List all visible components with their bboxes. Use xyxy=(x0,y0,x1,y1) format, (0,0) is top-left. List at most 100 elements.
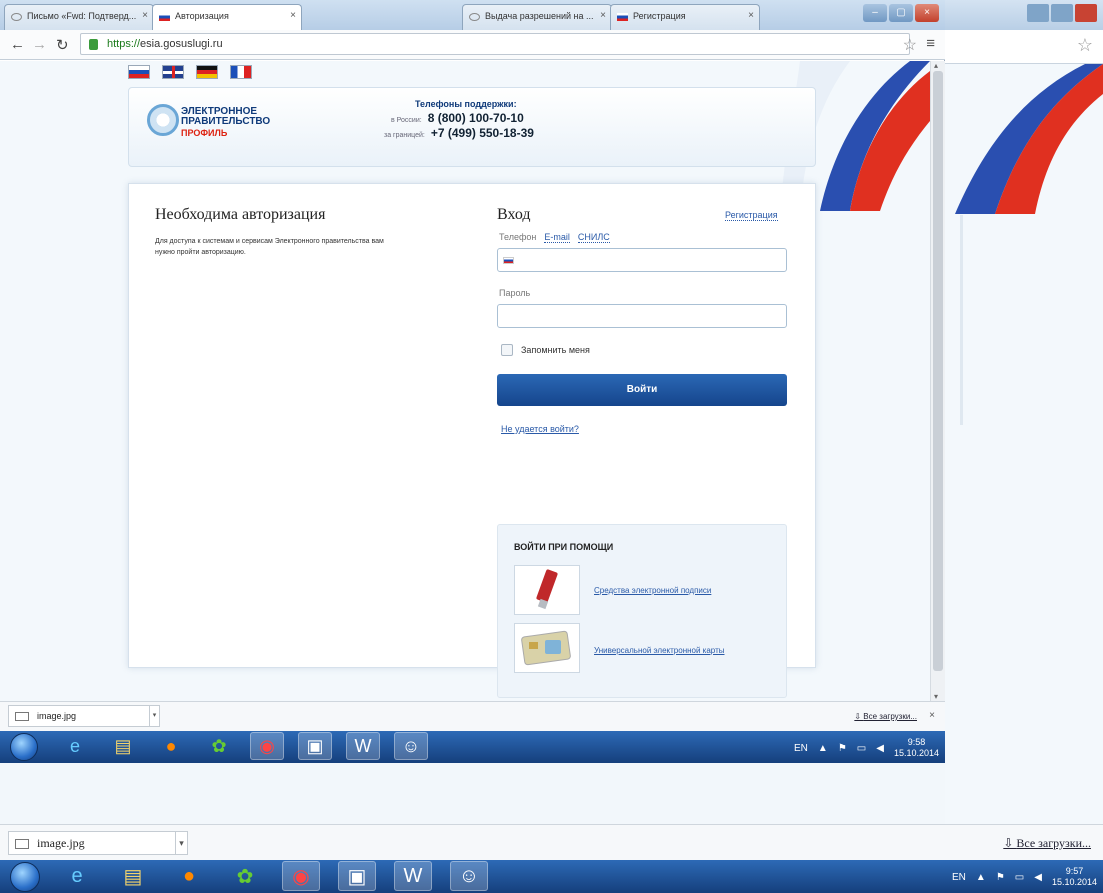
ru-flag-icon xyxy=(503,257,514,264)
close-icon[interactable]: × xyxy=(748,10,754,21)
close-icon[interactable]: × xyxy=(600,10,606,21)
tray-arrow-icon[interactable]: ▲ xyxy=(818,743,828,754)
tab-registration[interactable]: Регистрация × xyxy=(610,4,760,30)
alt-login-title: ВОЙТИ ПРИ ПОМОЩИ xyxy=(514,542,614,552)
background-system-tray: EN ▲ ⚑ ▭ ◀ 9:57 15.10.2014 xyxy=(952,866,1097,888)
forward-arrow-icon[interactable]: → xyxy=(32,36,47,53)
remember-checkbox[interactable] xyxy=(501,344,513,356)
alt-login-box: ВОЙТИ ПРИ ПОМОЩИ Средства электронной по… xyxy=(497,524,787,698)
chrome-icon[interactable]: ◉ xyxy=(282,861,320,891)
logo-subtitle: ПРОФИЛЬ xyxy=(181,128,228,138)
background-all-downloads-link[interactable]: ⇩ Все загрузки... xyxy=(1003,836,1091,851)
downloads-bar: image.jpg ▾ ⇩ Все загрузки... × xyxy=(0,701,945,731)
icq-icon[interactable]: ✿ xyxy=(226,861,264,891)
save-disk-icon[interactable]: ▣ xyxy=(338,861,376,891)
tab-authorization[interactable]: Авторизация × xyxy=(152,4,302,30)
password-input[interactable] xyxy=(497,304,787,328)
reload-icon[interactable]: ↻ xyxy=(56,36,69,54)
card-link[interactable]: Универсальной электронной карты xyxy=(594,646,724,655)
tab-phone[interactable]: Телефон xyxy=(499,232,536,243)
ie-icon[interactable]: e xyxy=(58,732,92,760)
menu-icon[interactable]: ≡ xyxy=(926,35,935,52)
close-icon[interactable]: × xyxy=(929,710,935,721)
explorer-icon[interactable]: ▤ xyxy=(114,861,152,891)
background-download-item[interactable]: image.jpg ▾ xyxy=(8,831,188,855)
word-icon[interactable]: W xyxy=(346,732,380,760)
remember-label: Запомнить меня xyxy=(521,345,590,355)
file-icon xyxy=(15,712,29,721)
background-downloads-bar: image.jpg ▾ ⇩ Все загрузки... xyxy=(0,824,1103,860)
background-download-filename: image.jpg xyxy=(37,836,85,850)
star-icon[interactable]: ☆ xyxy=(903,35,917,55)
language-indicator[interactable]: EN xyxy=(952,872,966,883)
minimize-button[interactable]: – xyxy=(863,4,887,22)
star-icon[interactable]: ☆ xyxy=(1077,35,1093,56)
uk-flag-icon[interactable] xyxy=(162,65,184,79)
site-header: ЭЛЕКТРОННОЕ ПРАВИТЕЛЬСТВО ПРОФИЛЬ Телефо… xyxy=(128,87,816,167)
page-icon xyxy=(469,13,480,21)
de-flag-icon[interactable] xyxy=(196,65,218,79)
smart-card-icon[interactable] xyxy=(514,623,580,673)
esign-link[interactable]: Средства электронной подписи xyxy=(594,586,711,595)
close-window-button[interactable]: × xyxy=(915,4,939,22)
url-scheme: https:// xyxy=(107,38,141,50)
download-item[interactable]: image.jpg ▾ xyxy=(8,705,160,727)
tab-permissions[interactable]: Выдача разрешений на ... × xyxy=(462,4,612,30)
password-label: Пароль xyxy=(499,288,531,298)
ie-icon[interactable]: e xyxy=(58,861,96,891)
ru-flag-icon[interactable] xyxy=(128,65,150,79)
maximize-button[interactable]: ▢ xyxy=(889,4,913,22)
back-arrow-icon[interactable]: ← xyxy=(10,36,25,53)
language-indicator[interactable]: EN xyxy=(794,743,808,754)
chevron-down-icon[interactable]: ▾ xyxy=(175,832,187,854)
download-filename: image.jpg xyxy=(37,711,77,721)
media-player-icon[interactable]: ● xyxy=(154,732,188,760)
background-clock[interactable]: 9:57 15.10.2014 xyxy=(1052,866,1097,888)
network-icon[interactable]: ▭ xyxy=(857,743,866,754)
address-bar[interactable]: https://esia.gosuslugi.ru xyxy=(80,33,910,55)
word-icon[interactable]: W xyxy=(394,861,432,891)
volume-icon[interactable]: ◀ xyxy=(876,743,884,754)
icq-icon[interactable]: ✿ xyxy=(202,732,236,760)
flag-tray-icon[interactable]: ⚑ xyxy=(996,872,1005,883)
close-icon[interactable]: × xyxy=(142,10,148,21)
government-logo-icon[interactable] xyxy=(147,104,179,136)
logo-title[interactable]: ЭЛЕКТРОННОЕ ПРАВИТЕЛЬСТВО xyxy=(181,107,270,127)
clock[interactable]: 9:58 15.10.2014 xyxy=(894,737,939,759)
fr-flag-icon[interactable] xyxy=(230,65,252,79)
taskbar-icons: e ▤ ● ✿ ◉ ▣ W ☺ xyxy=(58,732,428,760)
ru-flag-icon xyxy=(617,13,628,21)
scroll-thumb[interactable] xyxy=(933,71,943,671)
esign-token-icon[interactable] xyxy=(514,565,580,615)
chrome-icon[interactable]: ◉ xyxy=(250,732,284,760)
volume-icon[interactable]: ◀ xyxy=(1034,872,1042,883)
user-app-icon[interactable]: ☺ xyxy=(450,861,488,891)
tab-email[interactable]: E-mail xyxy=(544,232,570,243)
start-button[interactable] xyxy=(10,733,38,761)
network-icon[interactable]: ▭ xyxy=(1015,872,1024,883)
start-button[interactable] xyxy=(10,862,40,892)
close-icon[interactable]: × xyxy=(290,10,296,21)
register-link[interactable]: Регистрация xyxy=(725,210,778,221)
card-icon xyxy=(521,630,571,666)
login-button[interactable]: Войти xyxy=(497,374,787,406)
cant-login-link[interactable]: Не удается войти? xyxy=(501,424,579,434)
background-window-controls[interactable] xyxy=(1027,4,1097,22)
scroll-down-icon[interactable]: ▾ xyxy=(934,692,938,701)
chevron-down-icon[interactable]: ▾ xyxy=(149,706,159,726)
phone-input[interactable] xyxy=(497,248,787,272)
tab-snils[interactable]: СНИЛС xyxy=(577,232,610,243)
tab-mail[interactable]: Письмо «Fwd: Подтверд... × xyxy=(4,4,154,30)
flag-tray-icon[interactable]: ⚑ xyxy=(838,743,847,754)
all-downloads-link[interactable]: ⇩ Все загрузки... xyxy=(854,712,917,721)
vertical-scrollbar[interactable]: ▴ ▾ xyxy=(930,61,945,701)
explorer-icon[interactable]: ▤ xyxy=(106,732,140,760)
scroll-up-icon[interactable]: ▴ xyxy=(934,61,938,70)
background-stripes xyxy=(955,64,1103,214)
user-app-icon[interactable]: ☺ xyxy=(394,732,428,760)
support-title: Телефоны поддержки: xyxy=(415,99,517,109)
support-russia: в России: 8 (800) 100-70-10 xyxy=(391,111,524,125)
save-disk-icon[interactable]: ▣ xyxy=(298,732,332,760)
tray-arrow-icon[interactable]: ▲ xyxy=(976,872,986,883)
media-player-icon[interactable]: ● xyxy=(170,861,208,891)
